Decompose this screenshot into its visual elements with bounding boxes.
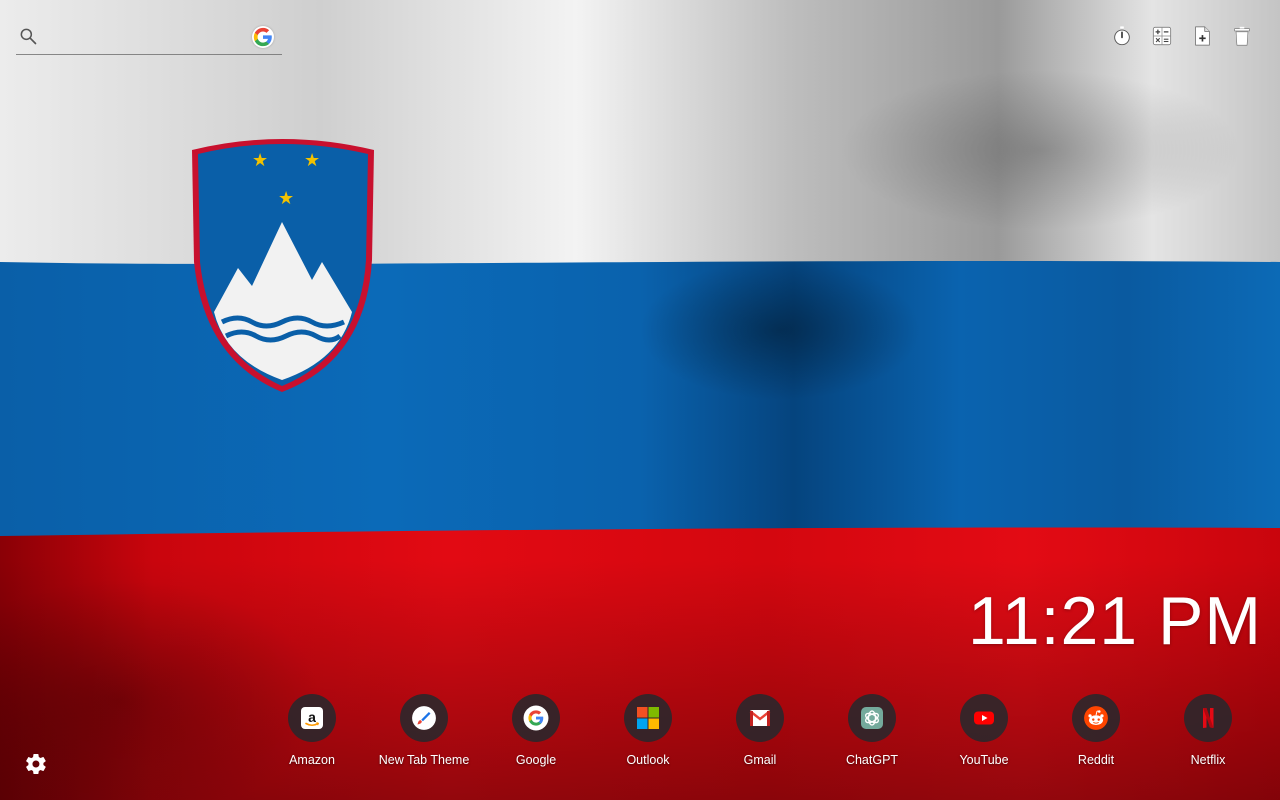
shortcut-new-tab-theme[interactable]: New Tab Theme	[368, 694, 480, 767]
shortcut-label: ChatGPT	[845, 753, 899, 767]
svg-text:★: ★	[304, 150, 320, 171]
netflix-icon	[1184, 694, 1232, 742]
top-toolbar	[1110, 24, 1254, 48]
microsoft-icon	[624, 694, 672, 742]
shortcut-label: Netflix	[1190, 753, 1226, 767]
trash-icon[interactable]	[1230, 24, 1254, 48]
youtube-icon	[960, 694, 1008, 742]
shortcut-label: Outlook	[626, 753, 670, 767]
search-icon[interactable]	[18, 26, 38, 46]
svg-text:a: a	[308, 709, 316, 725]
shortcut-youtube[interactable]: YouTube	[928, 694, 1040, 767]
calculator-icon[interactable]	[1150, 24, 1174, 48]
shortcut-netflix[interactable]: Netflix	[1152, 694, 1264, 767]
shortcut-label: Gmail	[743, 753, 777, 767]
amazon-icon: a	[288, 694, 336, 742]
shortcuts-dock: a Amazon New Tab Theme Google Outlook Gm…	[256, 694, 1264, 767]
shortcut-outlook[interactable]: Outlook	[592, 694, 704, 767]
reddit-icon	[1072, 694, 1120, 742]
shortcut-label: New Tab Theme	[378, 753, 470, 767]
svg-text:★: ★	[278, 188, 294, 209]
shortcut-reddit[interactable]: Reddit	[1040, 694, 1152, 767]
google-icon[interactable]	[252, 26, 274, 48]
shortcut-label: YouTube	[959, 753, 1009, 767]
shortcut-google[interactable]: Google	[480, 694, 592, 767]
search-input[interactable]	[46, 24, 250, 52]
shortcut-label: Amazon	[289, 753, 335, 767]
chatgpt-icon	[848, 694, 896, 742]
shortcut-gmail[interactable]: Gmail	[704, 694, 816, 767]
add-note-icon[interactable]	[1190, 24, 1214, 48]
gear-icon[interactable]	[24, 752, 48, 776]
clock: 11:21 PM	[967, 583, 1262, 659]
shortcut-chatgpt[interactable]: ChatGPT	[816, 694, 928, 767]
search-bar	[16, 22, 282, 55]
shortcut-label: Google	[515, 753, 557, 767]
svg-text:★: ★	[252, 150, 268, 171]
google-icon	[512, 694, 560, 742]
paint-brush-icon	[400, 694, 448, 742]
shortcut-amazon[interactable]: a Amazon	[256, 694, 368, 767]
gmail-icon	[736, 694, 784, 742]
shortcut-label: Reddit	[1077, 753, 1115, 767]
wallpaper-slovenia-flag: ★ ★ ★	[0, 0, 1280, 800]
timer-icon[interactable]	[1110, 24, 1134, 48]
